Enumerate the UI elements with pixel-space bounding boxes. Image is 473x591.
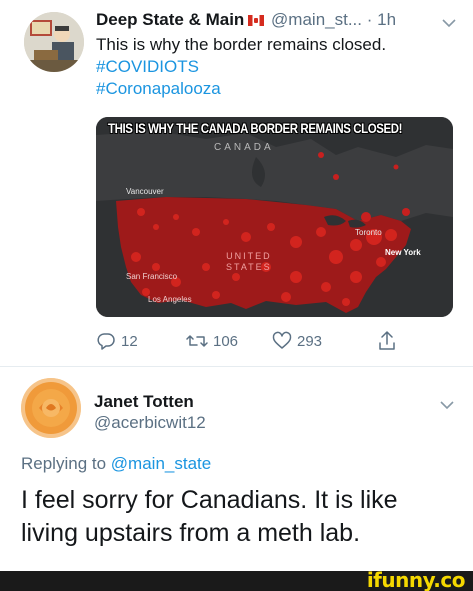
map-label-vancouver: Vancouver	[126, 187, 164, 196]
reply-button[interactable]: 12	[96, 330, 138, 352]
reply-text-line: living upstairs from a meth lab.	[21, 519, 361, 547]
avatar[interactable]	[21, 378, 81, 438]
share-icon	[379, 331, 395, 350]
hashtag-link[interactable]: #Coronapalooza	[96, 78, 456, 100]
cartoon-avatar-image	[24, 12, 84, 72]
map-label-san-francisco: San Francisco	[126, 272, 178, 281]
tweet-actions: 12 106 293	[96, 330, 426, 354]
tweet-divider	[0, 366, 473, 367]
reply-icon	[97, 333, 115, 350]
hashtag-link[interactable]: #COVIDIOTS	[96, 56, 456, 78]
map-label-states: STATES	[226, 262, 272, 272]
avatar[interactable]	[24, 12, 84, 72]
map-label-canada: CANADA	[214, 142, 274, 153]
tweet-main: Deep State & Main @main_st... · 1h This …	[0, 0, 473, 372]
author-handle[interactable]: @acerbicwit12	[94, 412, 206, 434]
tweet-image-map[interactable]: THIS IS WHY THE CANADA BORDER REMAINS CL…	[96, 117, 453, 317]
share-button[interactable]	[377, 330, 402, 352]
replying-to-mention[interactable]: @main_state	[111, 454, 211, 473]
map-headline: THIS IS WHY THE CANADA BORDER REMAINS CL…	[108, 120, 403, 136]
author-handle[interactable]: @main_st...	[271, 10, 362, 29]
author-line: Deep State & Main @main_st... · 1h	[96, 9, 396, 31]
reply-text-line: I feel sorry for Canadians. It is like	[21, 486, 398, 514]
map-label-united: UNITED	[226, 251, 272, 261]
heart-icon	[272, 331, 292, 349]
chevron-down-icon[interactable]	[442, 15, 456, 33]
author-display-name[interactable]: Janet Totten	[94, 391, 194, 413]
tweet-text: This is why the border remains closed. #…	[96, 34, 456, 100]
ifunny-watermark-logo: ifunny.co	[366, 568, 466, 591]
map-label-new-york: New York	[385, 248, 421, 257]
like-count: 293	[297, 332, 323, 350]
retweet-button[interactable]: 106	[186, 330, 238, 352]
canada-flag-icon	[248, 15, 265, 26]
separator-dot: ·	[366, 10, 373, 29]
reply-count: 12	[121, 332, 138, 350]
reply-text: I feel sorry for Canadians. It is like l…	[21, 484, 461, 550]
replying-to-line: Replying to @main_state	[21, 453, 211, 475]
covid-case-map	[96, 117, 453, 317]
retweet-icon	[186, 335, 208, 347]
watermark-bar: ifunny.co	[0, 568, 473, 591]
map-label-united-states: UNITED STATES	[226, 251, 272, 273]
map-label-los-angeles: Los Angeles	[148, 295, 192, 304]
tweet-time[interactable]: 1h	[377, 10, 396, 29]
tweet-text-line: This is why the border remains closed.	[96, 35, 387, 54]
like-button[interactable]: 293	[272, 330, 322, 352]
chevron-down-icon[interactable]	[440, 397, 454, 415]
author-display-name[interactable]: Deep State & Main	[96, 10, 244, 29]
replying-to-label: Replying to	[21, 454, 107, 473]
map-label-toronto: Toronto	[355, 228, 382, 237]
retweet-count: 106	[213, 332, 239, 350]
rose-avatar-image	[21, 378, 81, 438]
